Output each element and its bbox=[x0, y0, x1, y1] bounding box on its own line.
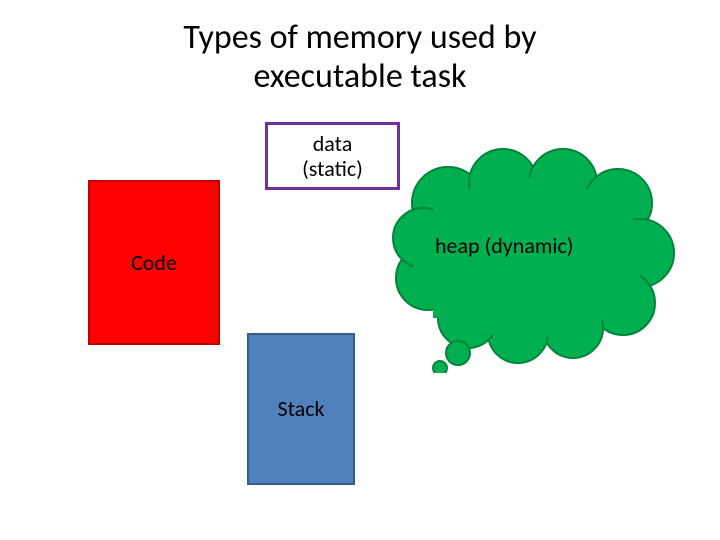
data-label-line1: data bbox=[313, 130, 353, 157]
slide-title: Types of memory used by executable task bbox=[0, 0, 720, 96]
heap-cloud-icon bbox=[378, 148, 678, 373]
data-label-line2: (static) bbox=[302, 155, 363, 182]
stack-label: Stack bbox=[277, 396, 324, 421]
title-line-2: executable task bbox=[254, 56, 467, 97]
title-line-1: Types of memory used by bbox=[183, 17, 536, 58]
stack-box: Stack bbox=[247, 333, 355, 485]
code-label: Code bbox=[131, 250, 177, 275]
heap-label: heap (dynamic) bbox=[435, 232, 573, 259]
code-box: Code bbox=[88, 180, 220, 345]
